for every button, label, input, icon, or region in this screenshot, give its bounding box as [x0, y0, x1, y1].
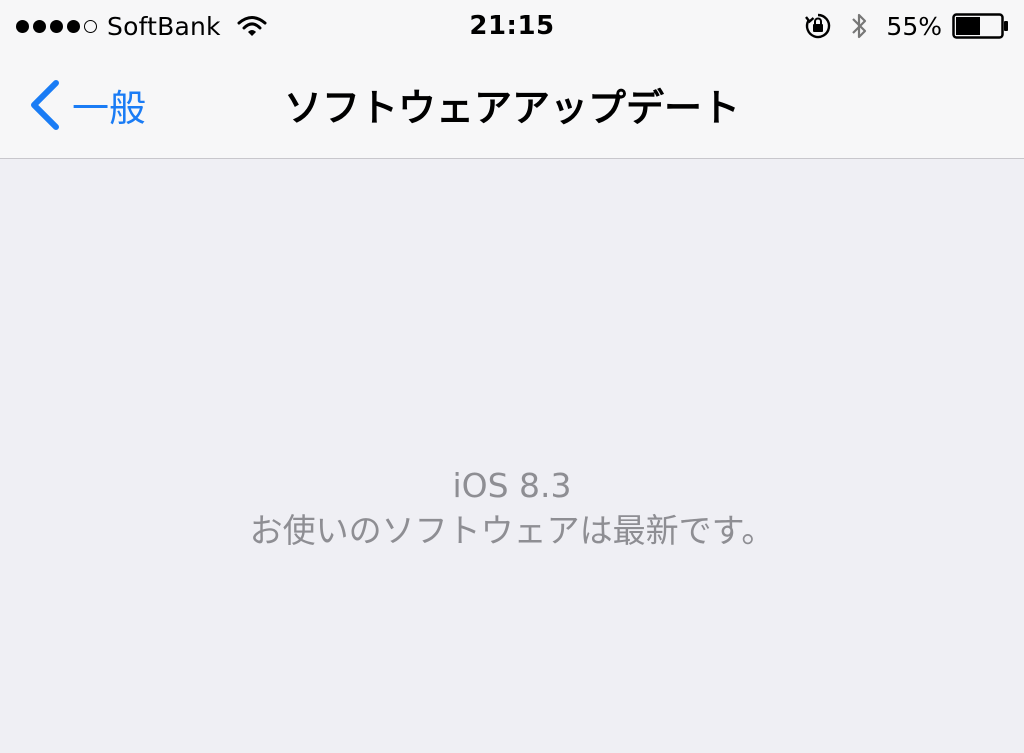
- settings-screen: SoftBank 21:15 55% 一般 ソフトウェアアップデート iOS 8…: [0, 0, 1024, 753]
- up-to-date-message: お使いのソフトウェアは最新です。: [249, 511, 775, 550]
- orientation-lock-icon: [804, 12, 832, 40]
- battery-fill: [956, 17, 980, 35]
- page-title: ソフトウェアアップデート: [283, 86, 740, 130]
- battery-percent: 55%: [886, 11, 942, 41]
- main-content: iOS 8.3 お使いのソフトウェアは最新です。: [0, 159, 1024, 753]
- bluetooth-icon: [850, 11, 868, 41]
- update-status: iOS 8.3 お使いのソフトウェアは最新です。: [0, 464, 1024, 554]
- battery-icon: [952, 13, 1010, 39]
- ios-version-label: iOS 8.3: [452, 466, 572, 505]
- navigation-bar: 一般 ソフトウェアアップデート: [0, 52, 1024, 159]
- status-bar-right: 55%: [804, 0, 1010, 52]
- status-bar: SoftBank 21:15 55%: [0, 0, 1024, 52]
